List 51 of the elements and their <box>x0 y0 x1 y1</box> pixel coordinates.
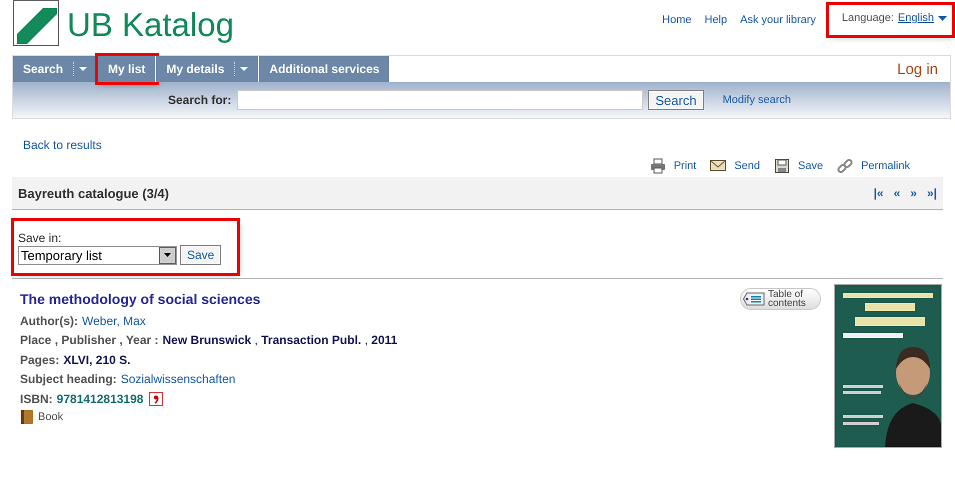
field-value: New Brunswick , Transaction Publ. , 2011 <box>162 333 398 348</box>
media-type-label: Book <box>38 410 64 422</box>
field-label: Place , Publisher , Year : <box>20 333 159 348</box>
result-title: Bayreuth catalogue (3/4) <box>18 186 169 200</box>
field-link[interactable]: Weber, Max <box>82 314 146 328</box>
envelope-icon <box>710 158 726 174</box>
pager-link[interactable]: »| <box>926 186 937 200</box>
chain-link-icon <box>837 158 854 174</box>
field-label: Pages: <box>20 352 60 367</box>
caret-icon <box>938 16 947 20</box>
logo-icon <box>13 0 59 46</box>
field-label: ISBN: <box>20 392 53 406</box>
list-dropdown[interactable]: Temporary list <box>18 246 177 264</box>
action-link[interactable]: Print <box>674 160 696 172</box>
field-label: Subject heading: <box>20 372 117 386</box>
search-label: Search for: <box>168 93 232 107</box>
book-icon <box>20 408 34 424</box>
pager-link[interactable]: » <box>910 186 917 200</box>
pager-link[interactable]: « <box>894 186 900 200</box>
nav-tab[interactable]: Additional services <box>259 56 390 82</box>
action-link[interactable]: Save <box>798 160 824 172</box>
nav-link[interactable]: Help <box>704 14 728 26</box>
nav-tab[interactable]: My list <box>98 56 156 82</box>
caret-icon <box>79 67 88 71</box>
search-button[interactable]: Search <box>648 90 704 110</box>
field-value: XLVI, 210 S. <box>63 352 131 367</box>
search-field[interactable] <box>237 90 644 110</box>
quote-mark-icon[interactable] <box>149 392 164 406</box>
isbn-value: 9781412813198 <box>56 392 144 406</box>
caret-icon <box>164 253 171 257</box>
pager-link[interactable]: |« <box>874 186 884 200</box>
logo-text: UB Katalog <box>67 6 234 44</box>
caret-icon <box>240 67 248 71</box>
printer-icon <box>650 158 666 174</box>
modify-search-link[interactable]: Modify search <box>722 94 792 106</box>
nav-link[interactable]: Ask your library <box>740 14 816 26</box>
language-link[interactable]: English <box>898 12 934 24</box>
nav-link[interactable]: Home <box>662 14 692 26</box>
action-link[interactable]: Permalink <box>861 160 910 172</box>
field-link[interactable]: Sozialwissenschaften <box>120 372 236 386</box>
save-in-label: Save in: <box>18 231 62 245</box>
record-title-link[interactable]: The methodology of social sciences <box>20 291 260 307</box>
login-link[interactable]: Log in <box>897 60 938 78</box>
language-label: Language: <box>842 12 894 24</box>
nav-tab[interactable]: My details <box>156 56 260 82</box>
table-of-contents-button[interactable]: Table of contents <box>740 288 821 310</box>
save-button[interactable]: Save <box>180 245 222 265</box>
field-label: Author(s): <box>20 314 78 328</box>
action-link[interactable]: Send <box>734 160 760 172</box>
document-tag-icon <box>743 292 765 306</box>
back-link[interactable]: Back to results <box>23 138 102 152</box>
